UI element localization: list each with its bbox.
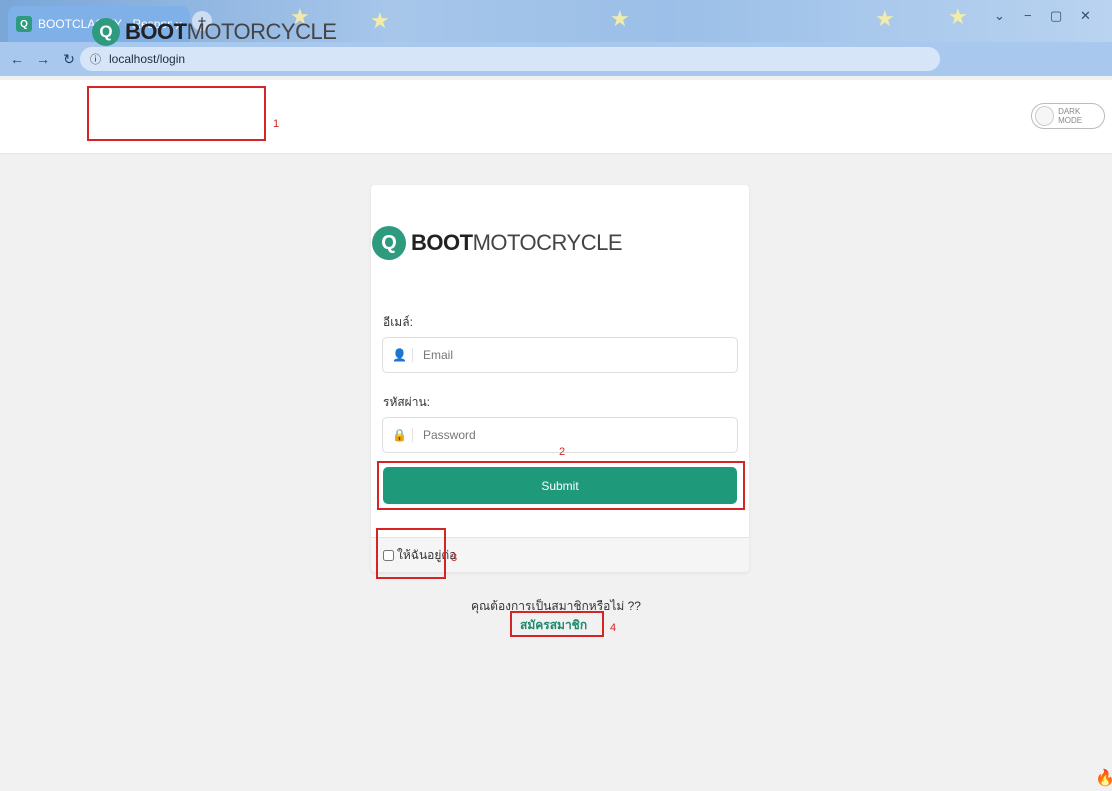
email-input[interactable] [423, 348, 723, 362]
logo-bold-text: BOOT [125, 19, 187, 44]
annotation-label-1: 1 [273, 118, 280, 130]
minimize-button[interactable]: − [1024, 8, 1032, 23]
search-logo-icon: Q [92, 18, 120, 46]
email-label: อีเมล์: [383, 315, 413, 329]
address-url: localhost/login [109, 52, 186, 66]
address-bar-row: ← → ↻ ⓘ localhost/login ⊞ ⇪ ☆ ✱ ▣ ● ⋮ [0, 42, 1112, 107]
password-input[interactable] [423, 428, 723, 442]
annotation-label-2: 2 [559, 446, 566, 458]
annotation-box-3 [376, 528, 446, 579]
header-logo[interactable]: Q BOOT MOTORCYCLE [92, 18, 337, 46]
forward-icon[interactable]: → [34, 51, 52, 67]
decorative-star-icon: ★ [610, 6, 630, 31]
password-label: รหัสผ่าน: [383, 395, 430, 409]
dark-mode-toggle[interactable]: DARK MODE [1031, 103, 1105, 129]
favicon-icon: Q [16, 16, 32, 32]
lock-icon: 🔒 [387, 428, 413, 442]
annotation-box-4 [510, 611, 604, 637]
search-logo-icon: Q [372, 226, 406, 260]
address-bar[interactable]: ⓘ localhost/login [80, 47, 940, 71]
close-window-button[interactable]: ✕ [1080, 8, 1091, 24]
email-field[interactable]: 👤 [382, 337, 738, 373]
dark-mode-label: DARK MODE [1058, 107, 1083, 125]
tab-search-icon[interactable]: ⌄ [994, 8, 1005, 24]
site-info-icon[interactable]: ⓘ [90, 51, 101, 67]
card-logo-bold-text: BOOT [411, 230, 473, 255]
annotation-box-2 [377, 461, 745, 510]
decorative-star-icon: ★ [370, 8, 390, 33]
annotation-label-4: 4 [610, 622, 617, 634]
flame-icon[interactable]: 🔥 [1095, 768, 1112, 788]
decorative-star-icon: ★ [948, 4, 968, 29]
back-icon[interactable]: ← [8, 51, 26, 67]
maximize-button[interactable]: ▢ [1050, 8, 1062, 24]
card-logo: Q BOOT MOTOCRYCLE [372, 226, 623, 260]
annotation-box-1 [87, 86, 266, 141]
user-icon: 👤 [387, 348, 413, 362]
logo-light-text: MOTORCYCLE [186, 19, 337, 44]
reload-icon[interactable]: ↻ [60, 51, 78, 68]
card-logo-light-text: MOTOCRYCLE [472, 230, 623, 255]
decorative-star-icon: ★ [875, 6, 895, 31]
toggle-knob [1035, 106, 1055, 126]
annotation-label-3: 3 [451, 552, 458, 564]
